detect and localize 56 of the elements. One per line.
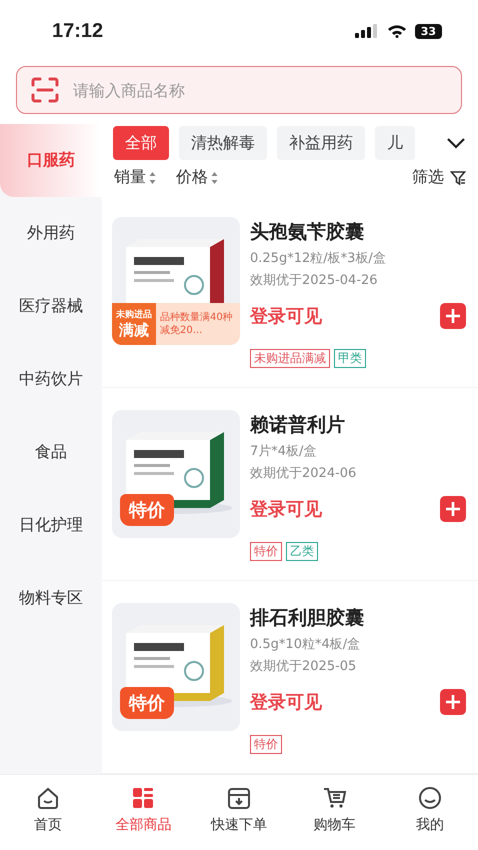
category-item[interactable]: 物料专区 (0, 562, 102, 635)
sort-button[interactable]: 价格 (176, 167, 218, 188)
filter-chip[interactable]: 补益用药 (277, 126, 365, 160)
product-name: 排石利胆胶囊 (250, 606, 365, 631)
sort-icon (149, 170, 156, 184)
product-name: 头孢氨苄胶囊 (250, 220, 365, 245)
scan-icon (31, 77, 59, 103)
category-item[interactable]: 日化护理 (0, 489, 102, 562)
promo-label: 未购进品 (116, 308, 152, 321)
search-field[interactable]: 请输入商品名称 (16, 66, 462, 114)
signal-icon (354, 24, 379, 38)
price-text: 登录可见 (250, 305, 322, 328)
filter-button[interactable]: 筛选 (412, 167, 466, 188)
category-item[interactable]: 中药饮片 (0, 343, 102, 416)
category-item[interactable]: 医疗器械 (0, 270, 102, 343)
sort-icon (211, 170, 218, 184)
tab-item[interactable]: 我的 (382, 775, 478, 850)
smile-icon (417, 785, 444, 811)
filter-chip[interactable]: 全部 (113, 126, 169, 160)
sort-button[interactable]: 销量 (114, 167, 156, 188)
product-spec: 0.25g*12粒/板*3板/盒 (250, 250, 387, 267)
tag: 甲类 (334, 349, 366, 368)
tag: 乙类 (286, 542, 318, 561)
product-spec: 7片*4板/盒 (250, 443, 318, 460)
filter-chip[interactable]: 儿 (375, 126, 415, 160)
battery-level: 33 (414, 24, 442, 38)
price-text: 登录可见 (250, 691, 322, 714)
clock-time: 17:12 (52, 20, 104, 42)
category-item[interactable]: 食品 (0, 416, 102, 489)
product-spec: 0.5g*10粒*4板/盒 (250, 636, 362, 653)
download-box-icon (226, 785, 252, 811)
promo-text: 品种数量满40种减免20... (159, 311, 234, 337)
special-badge: 特价 (120, 687, 174, 719)
filter-icon (450, 170, 466, 186)
special-badge: 特价 (120, 494, 174, 526)
tab-item[interactable]: 全部商品 (96, 775, 192, 850)
search-input[interactable]: 请输入商品名称 (71, 80, 447, 100)
add-icon (440, 496, 466, 522)
tab-item[interactable]: 购物车 (286, 775, 382, 850)
add-icon (440, 303, 466, 329)
tag: 特价 (250, 735, 282, 754)
tab-item[interactable]: 首页 (0, 775, 96, 850)
product-name: 赖诺普利片 (250, 413, 346, 438)
chevron-down-icon (446, 137, 466, 149)
expiry-date: 效期优于2025-04-26 (250, 272, 379, 289)
category-item[interactable]: 外用药 (0, 197, 102, 270)
filter-chip[interactable]: 清热解毒 (179, 126, 267, 160)
price-text: 登录可见 (250, 498, 322, 521)
expiry-date: 效期优于2024-06 (250, 465, 358, 482)
tag: 特价 (250, 542, 282, 561)
expiry-date: 效期优于2025-05 (250, 658, 358, 675)
tag: 未购进品满减 (250, 349, 330, 368)
add-icon (440, 689, 466, 715)
wifi-icon (386, 24, 407, 38)
tab-item[interactable]: 快速下单 (191, 775, 287, 850)
promo-title: 满减 (119, 321, 149, 340)
